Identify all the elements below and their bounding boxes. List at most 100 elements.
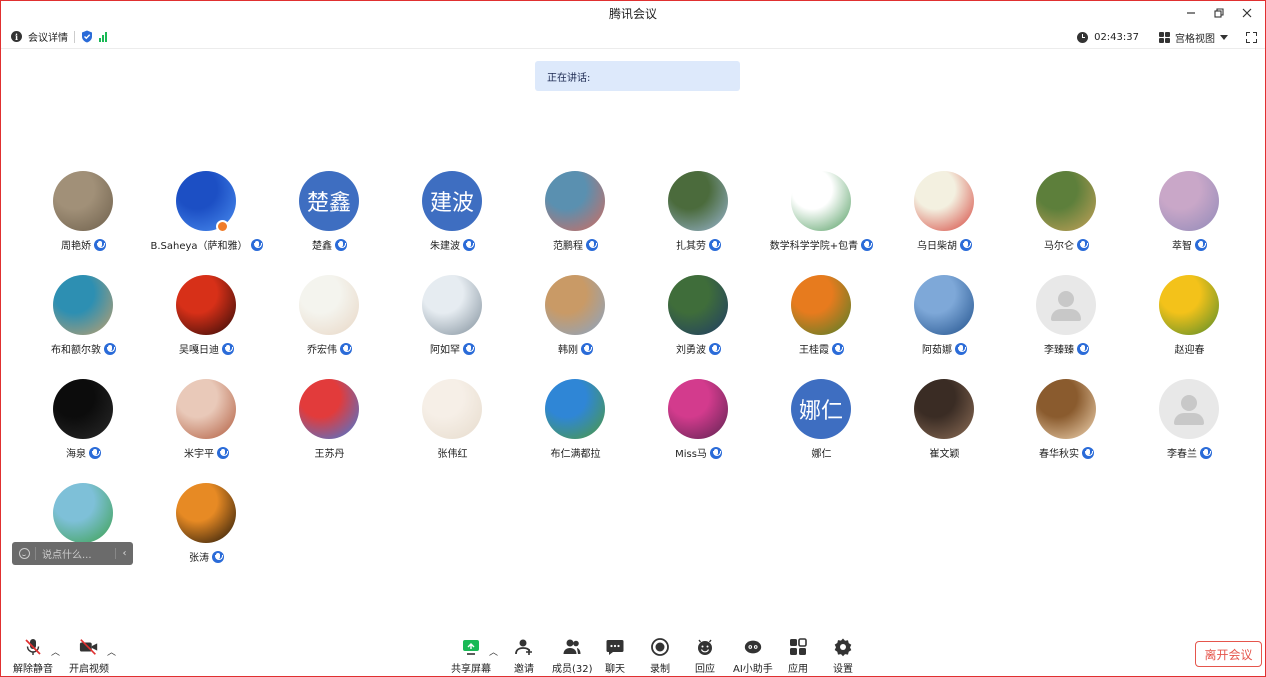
participant-tile[interactable]: 王桂霞 <box>760 275 883 375</box>
avatar[interactable] <box>1036 171 1096 231</box>
participant-tile[interactable]: Miss马 <box>637 379 760 479</box>
participant-tile[interactable]: 阿如罕 <box>391 275 514 375</box>
default-avatar-icon[interactable] <box>1036 275 1096 335</box>
participant-tile[interactable]: 郭芳 <box>22 483 145 583</box>
participant-tile[interactable]: 数学科学学院+包青 <box>760 171 883 271</box>
react-button[interactable]: 回应 <box>695 637 715 675</box>
avatar[interactable] <box>422 379 482 439</box>
avatar[interactable] <box>53 483 113 543</box>
participant-tile[interactable]: 范鹏程 <box>514 171 637 271</box>
members-button[interactable]: 成员(32) <box>552 637 593 675</box>
view-switch-button[interactable]: 宫格视图 <box>1159 30 1240 45</box>
participant-tile[interactable]: 建波 朱建波 <box>391 171 514 271</box>
close-button[interactable] <box>1235 3 1259 23</box>
avatar[interactable] <box>299 379 359 439</box>
emoji-icon[interactable] <box>19 548 30 559</box>
invite-button[interactable]: 邀请 <box>514 637 534 675</box>
avatar[interactable] <box>668 379 728 439</box>
meeting-details-button[interactable]: i 会议详情 <box>11 29 68 44</box>
avatar[interactable] <box>914 275 974 335</box>
avatar[interactable] <box>1036 379 1096 439</box>
apps-button[interactable]: 应用 <box>788 637 808 675</box>
unmute-button[interactable]: 解除静音 <box>13 637 53 675</box>
avatar[interactable] <box>176 275 236 335</box>
mic-status-icon <box>832 342 844 355</box>
mic-status-icon <box>1077 342 1089 355</box>
participant-tile[interactable]: 张涛 <box>145 483 268 583</box>
signal-strength-icon[interactable] <box>99 31 107 42</box>
participant-tile[interactable]: 萃智 <box>1128 171 1251 271</box>
participant-tile[interactable]: 春华秋实 <box>1005 379 1128 479</box>
participant-tile[interactable]: 张伟红 <box>391 379 514 479</box>
avatar[interactable] <box>53 379 113 439</box>
avatar[interactable] <box>1159 171 1219 231</box>
avatar[interactable]: 娜仁 <box>791 379 851 439</box>
leave-meeting-button[interactable]: 离开会议 <box>1195 641 1262 667</box>
avatar[interactable]: 建波 <box>422 171 482 231</box>
clock-icon <box>1077 31 1089 43</box>
participant-tile[interactable]: 赵迎春 <box>1128 275 1251 375</box>
avatar[interactable] <box>545 171 605 231</box>
share-options-caret[interactable]: ︿ <box>489 645 498 658</box>
chat-placeholder[interactable]: 说点什么... <box>42 546 115 561</box>
participant-tile[interactable]: 刘勇波 <box>637 275 760 375</box>
participant-tile[interactable]: 马尔仑 <box>1005 171 1128 271</box>
avatar[interactable] <box>545 275 605 335</box>
participant-name: 刘勇波 <box>676 345 706 356</box>
avatar[interactable] <box>176 379 236 439</box>
avatar[interactable] <box>914 171 974 231</box>
participant-tile[interactable]: 王苏丹 <box>268 379 391 479</box>
quick-chat-box[interactable]: 说点什么... ‹ <box>12 542 133 565</box>
avatar[interactable] <box>914 379 974 439</box>
avatar[interactable] <box>791 171 851 231</box>
avatar[interactable] <box>791 275 851 335</box>
fullscreen-icon[interactable] <box>1246 31 1257 43</box>
avatar[interactable] <box>176 483 236 543</box>
participant-tile[interactable]: 周艳娇 <box>22 171 145 271</box>
participant-tile[interactable]: 楚鑫 楚鑫 <box>268 171 391 271</box>
participant-tile[interactable]: 扎其劳 <box>637 171 760 271</box>
participant-tile[interactable]: 海泉 <box>22 379 145 479</box>
ai-assistant-button[interactable]: AI小助手 <box>733 637 773 675</box>
participant-tile[interactable]: 吴嘎日迪 <box>145 275 268 375</box>
avatar[interactable] <box>668 171 728 231</box>
participant-tile[interactable]: 李臻臻 <box>1005 275 1128 375</box>
start-video-button[interactable]: 开启视频 <box>69 637 109 675</box>
avatar[interactable] <box>1159 275 1219 335</box>
settings-button[interactable]: 设置 <box>833 637 853 675</box>
participant-name: 萃智 <box>1172 241 1192 252</box>
avatar[interactable] <box>299 275 359 335</box>
participant-tile[interactable]: 乌日柴胡 <box>883 171 1006 271</box>
participant-tile[interactable]: B.Saheya（萨和雅） <box>145 171 268 271</box>
participant-tile[interactable]: 崔文颖 <box>883 379 1006 479</box>
participant-tile[interactable]: 娜仁 娜仁 <box>760 379 883 479</box>
record-button[interactable]: 录制 <box>650 637 670 675</box>
shield-icon[interactable] <box>81 30 93 43</box>
participant-tile[interactable]: 布仁满都拉 <box>514 379 637 479</box>
participant-tile[interactable]: 米宇平 <box>145 379 268 479</box>
mic-status-icon <box>581 342 593 355</box>
share-screen-button[interactable]: 共享屏幕 <box>451 637 491 675</box>
audio-options-caret[interactable]: ︿ <box>51 645 60 658</box>
participant-tile[interactable]: 阿茹娜 <box>883 275 1006 375</box>
avatar[interactable] <box>53 275 113 335</box>
avatar[interactable]: 楚鑫 <box>299 171 359 231</box>
participant-tile[interactable]: 韩刚 <box>514 275 637 375</box>
avatar[interactable] <box>53 171 113 231</box>
mic-status-icon <box>1077 238 1089 251</box>
video-options-caret[interactable]: ︿ <box>107 645 116 658</box>
participant-tile[interactable]: 李春兰 <box>1128 379 1251 479</box>
participant-name: 扎其劳 <box>676 241 706 252</box>
default-avatar-icon[interactable] <box>1159 379 1219 439</box>
chat-button[interactable]: 聊天 <box>605 637 625 675</box>
participant-tile[interactable]: 布和额尔敦 <box>22 275 145 375</box>
participant-name-row: 张涛 <box>145 549 268 564</box>
participant-tile[interactable]: 乔宏伟 <box>268 275 391 375</box>
avatar[interactable] <box>422 275 482 335</box>
restore-button[interactable] <box>1207 3 1231 23</box>
avatar[interactable] <box>545 379 605 439</box>
minimize-button[interactable] <box>1179 3 1203 23</box>
avatar[interactable] <box>668 275 728 335</box>
chevron-left-icon[interactable]: ‹ <box>115 548 133 559</box>
view-label: 宫格视图 <box>1175 33 1215 45</box>
